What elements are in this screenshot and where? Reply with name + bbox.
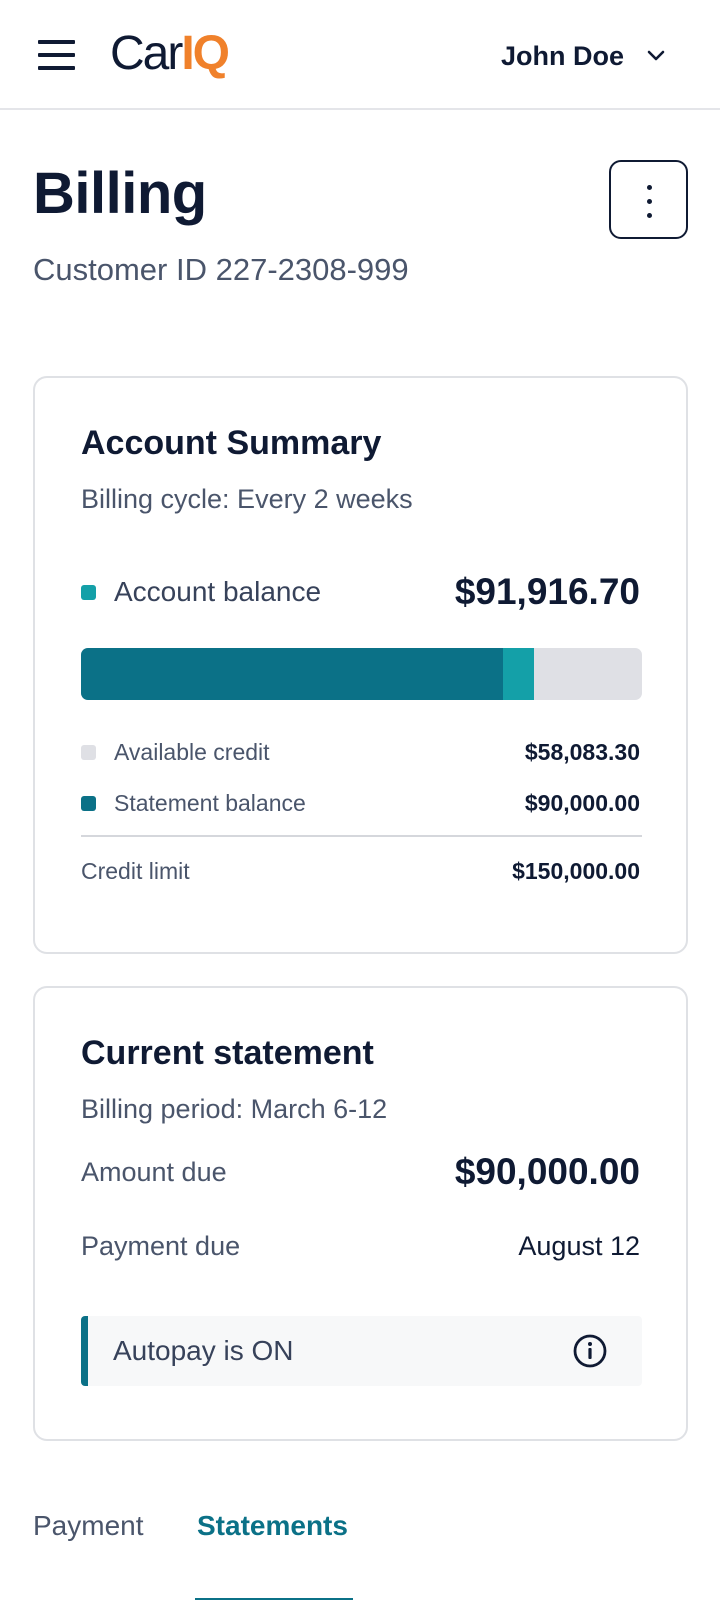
account-balance-label: Account balance: [114, 576, 322, 607]
statement-balance-segment: [81, 648, 503, 700]
tab-payment[interactable]: Payment: [33, 1510, 144, 1542]
current-statement-card: Current statement Billing period: March …: [33, 986, 688, 1441]
autopay-banner: Autopay is ON: [81, 1316, 642, 1386]
available-credit-label: Available credit: [114, 738, 270, 765]
billing-tabs: Payment Statements: [33, 1510, 688, 1600]
kebab-dot: [647, 213, 652, 218]
payment-due-label: Payment due: [81, 1230, 241, 1261]
tab-statements[interactable]: Statements: [197, 1510, 348, 1542]
top-app-bar: CarIQ John Doe: [0, 0, 720, 110]
credit-limit-label: Credit limit: [81, 857, 190, 884]
autopay-status: Autopay is ON: [113, 1335, 294, 1366]
more-vertical-icon: [647, 185, 652, 190]
billing-cycle: Billing cycle: Every 2 weeks: [81, 484, 413, 514]
legend-swatch-available: [81, 744, 96, 760]
statement-balance-label: Statement balance: [114, 789, 306, 816]
logo-text-car: Car: [110, 27, 183, 80]
account-balance-row: Account balance $91,916.70: [81, 570, 640, 614]
legend-swatch-statement: [81, 795, 96, 811]
payment-due-value: August 12: [518, 1230, 640, 1261]
legend-swatch-new: [81, 584, 96, 600]
billing-period: Billing period: March 6-12: [81, 1094, 388, 1124]
customer-id: Customer ID 227-2308-999: [33, 252, 409, 287]
more-options-button[interactable]: [609, 160, 688, 239]
chevron-down-icon: [647, 50, 665, 61]
payment-due-row: Payment due August 12: [81, 1228, 640, 1264]
kebab-dot: [647, 199, 652, 204]
statement-balance-value: $90,000.00: [524, 789, 640, 816]
credit-usage-bar: [81, 648, 642, 700]
current-statement-title: Current statement: [81, 1034, 374, 1072]
info-icon[interactable]: [572, 1333, 608, 1369]
logo-text-iq: IQ: [181, 27, 230, 80]
hamburger-menu-icon[interactable]: [38, 38, 76, 72]
credit-limit-value: $150,000.00: [512, 857, 640, 884]
new-charges-segment: [503, 648, 534, 700]
page-title: Billing: [33, 161, 207, 226]
account-summary-card: Account Summary Billing cycle: Every 2 w…: [33, 376, 688, 954]
amount-due-row: Amount due $90,000.00: [81, 1150, 640, 1194]
divider: [81, 835, 642, 837]
available-credit-value: $58,083.30: [524, 738, 640, 765]
available-credit-row: Available credit $58,083.30: [81, 736, 640, 768]
credit-limit-row: Credit limit $150,000.00: [81, 855, 640, 887]
amount-due-value: $90,000.00: [454, 1151, 640, 1192]
statement-balance-row: Statement balance $90,000.00: [81, 787, 640, 819]
account-summary-title: Account Summary: [81, 424, 382, 462]
amount-due-label: Amount due: [81, 1156, 227, 1187]
cariq-logo[interactable]: CarIQ: [110, 26, 230, 82]
user-name: John Doe: [500, 40, 624, 71]
account-balance-value: $91,916.70: [454, 571, 640, 612]
user-menu-button[interactable]: John Doe: [501, 36, 666, 76]
